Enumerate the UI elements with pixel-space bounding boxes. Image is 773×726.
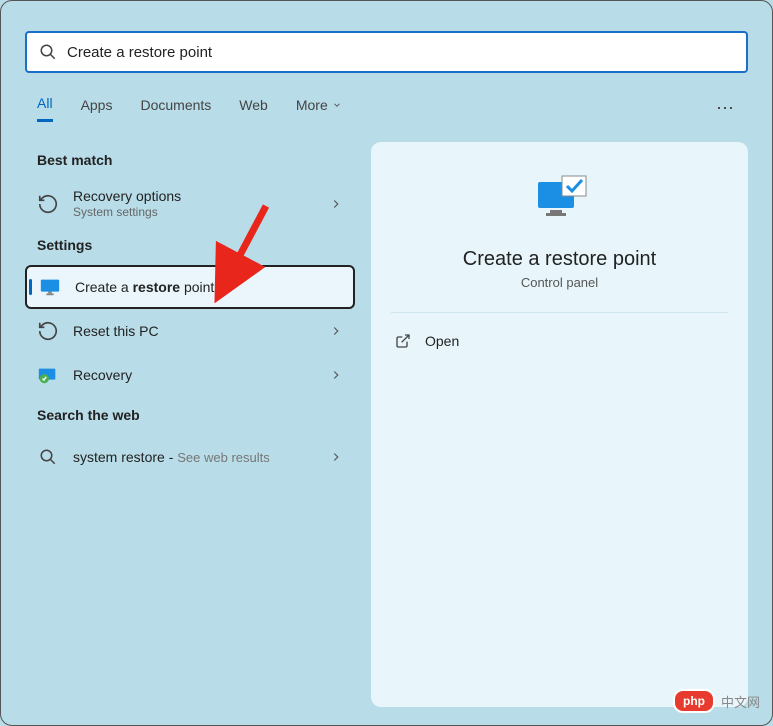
open-icon	[395, 333, 411, 349]
result-title: Recovery options	[73, 188, 329, 204]
search-icon	[37, 446, 59, 468]
result-title: system restore - See web results	[73, 449, 329, 465]
result-create-restore-point[interactable]: Create a restore point	[25, 265, 355, 309]
result-subtitle: System settings	[73, 205, 329, 219]
tab-more[interactable]: More	[296, 97, 342, 121]
tab-web[interactable]: Web	[239, 97, 268, 121]
result-recovery-options[interactable]: Recovery options System settings	[25, 180, 355, 227]
tab-documents[interactable]: Documents	[140, 97, 211, 121]
monitor-icon	[39, 276, 61, 298]
results-list: Best match Recovery options System setti…	[25, 142, 355, 707]
recovery-options-icon	[37, 193, 59, 215]
watermark-badge: php	[673, 689, 715, 713]
section-web: Search the web	[37, 407, 343, 423]
recovery-icon	[37, 364, 59, 386]
preview-hero-icon	[532, 172, 588, 228]
filter-tabs: All Apps Documents Web More ⋯	[37, 95, 736, 122]
result-title: Recovery	[73, 367, 329, 383]
preview-subtitle: Control panel	[521, 275, 598, 290]
result-recovery[interactable]: Recovery	[25, 353, 355, 397]
reset-icon	[37, 320, 59, 342]
section-best-match: Best match	[37, 152, 343, 168]
preview-title: Create a restore point	[463, 248, 656, 271]
chevron-right-icon	[329, 450, 343, 464]
search-bar[interactable]	[25, 31, 748, 73]
chevron-right-icon	[329, 368, 343, 382]
chevron-right-icon	[329, 324, 343, 338]
chevron-down-icon	[332, 100, 342, 110]
divider	[391, 312, 728, 313]
search-icon	[39, 43, 57, 61]
action-open[interactable]: Open	[391, 327, 728, 355]
preview-panel: Create a restore point Control panel Ope…	[371, 142, 748, 707]
result-reset-pc[interactable]: Reset this PC	[25, 309, 355, 353]
chevron-right-icon	[329, 197, 343, 211]
section-settings: Settings	[37, 237, 343, 253]
result-title: Reset this PC	[73, 323, 329, 339]
watermark-text: 中文网	[721, 692, 760, 711]
action-label: Open	[425, 333, 459, 349]
more-options-button[interactable]: ⋯	[716, 98, 736, 119]
result-title: Create a restore point	[75, 279, 341, 295]
watermark: php 中文网	[673, 689, 760, 713]
tab-apps[interactable]: Apps	[81, 97, 113, 121]
tab-all[interactable]: All	[37, 95, 53, 122]
search-input[interactable]	[67, 44, 734, 61]
result-web-search[interactable]: system restore - See web results	[25, 435, 355, 479]
